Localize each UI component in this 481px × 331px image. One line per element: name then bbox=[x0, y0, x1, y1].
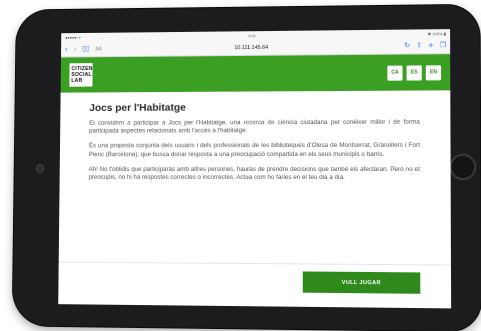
tablet-frame: ●●●●● ᯤ 9:41 ✱ 100% ▮ ‹ › ▯▯ AA 10.111.1… bbox=[12, 4, 481, 331]
carrier-signal: ●●●●● ᯤ bbox=[65, 34, 82, 40]
share-icon[interactable]: ⇪ bbox=[416, 42, 422, 49]
language-button-en[interactable]: EN bbox=[425, 64, 442, 80]
site-header: CITIZEN SOCIAL LAB CA ES EN bbox=[60, 54, 451, 93]
play-button[interactable]: VULL JUGAR bbox=[302, 271, 421, 294]
new-tab-icon[interactable]: + bbox=[428, 40, 433, 50]
battery-indicator: ✱ 100% ▮ bbox=[427, 31, 447, 37]
tabs-icon[interactable]: ❐ bbox=[440, 42, 446, 49]
citizen-social-lab-logo[interactable]: CITIZEN SOCIAL LAB bbox=[69, 63, 93, 87]
main-content: Jocs per l'Habitatge Et convidem a parti… bbox=[60, 90, 451, 182]
page-title: Jocs per l'Habitatge bbox=[89, 101, 186, 114]
forward-icon[interactable]: › bbox=[74, 44, 77, 54]
language-button-es[interactable]: ES bbox=[406, 64, 422, 81]
reminder-paragraph: Ah! No t'oblidis que participaràs amb al… bbox=[88, 165, 421, 182]
address-bar[interactable]: 10.111.145.64 bbox=[108, 43, 399, 52]
reader-aa-button[interactable]: AA bbox=[95, 46, 101, 52]
camera-icon bbox=[35, 164, 45, 173]
language-button-ca[interactable]: CA bbox=[387, 65, 403, 81]
tablet-screen: ●●●●● ᯤ 9:41 ✱ 100% ▮ ‹ › ▯▯ AA 10.111.1… bbox=[58, 29, 452, 309]
page-footer: VULL JUGAR bbox=[58, 261, 452, 309]
status-time: 9:41 bbox=[248, 33, 256, 39]
back-icon[interactable]: ‹ bbox=[65, 44, 68, 54]
bookmarks-icon[interactable]: ▯▯ bbox=[82, 46, 89, 53]
intro-paragraph: Et convidem a participar a Jocs per l'Ha… bbox=[89, 118, 420, 135]
home-button[interactable] bbox=[449, 153, 477, 181]
language-switcher: CA ES EN bbox=[387, 64, 442, 81]
proposal-paragraph: És una proposta conjunta dels usuaris i … bbox=[88, 142, 420, 158]
reload-icon[interactable]: ↻ bbox=[404, 43, 410, 50]
